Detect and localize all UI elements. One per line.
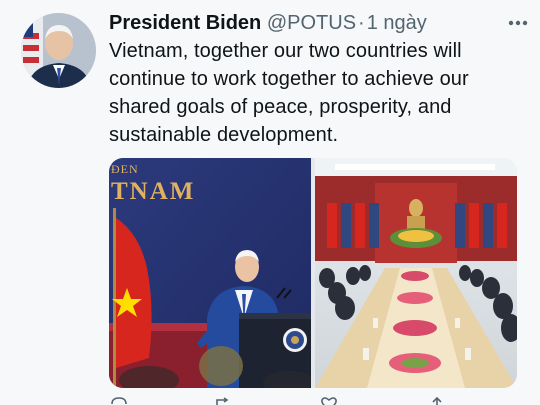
backdrop-text-large: TNAM <box>111 178 196 205</box>
like-icon <box>321 397 337 405</box>
retweet-button[interactable] <box>214 396 234 405</box>
like-button[interactable] <box>319 396 339 405</box>
retweet-icon <box>216 397 229 405</box>
timestamp[interactable]: 1 ngày <box>367 12 427 34</box>
tweet-text: Vietnam, together our two countries will… <box>109 40 469 146</box>
reply-icon <box>111 397 127 405</box>
media-grid: ĐEN TNAM <box>109 158 517 388</box>
photo-biden-podium[interactable]: ĐEN TNAM <box>109 158 311 388</box>
author-name[interactable]: President Biden <box>109 12 261 34</box>
more-options-icon <box>508 20 528 26</box>
share-button[interactable] <box>427 396 447 405</box>
avatar-image <box>21 13 96 88</box>
photo-bilateral-meeting[interactable] <box>315 158 517 388</box>
reply-button[interactable] <box>109 396 129 405</box>
tweet-header: President Biden @POTUS · 1 ngày <box>109 10 530 36</box>
share-icon <box>432 396 442 405</box>
more-options-button[interactable] <box>506 13 530 33</box>
tweet-actions <box>109 396 529 405</box>
avatar[interactable] <box>21 13 96 88</box>
meeting-photo <box>315 158 517 388</box>
backdrop-text-small: ĐEN <box>111 162 139 176</box>
separator-dot: · <box>358 12 365 34</box>
author-handle[interactable]: @POTUS <box>267 12 356 34</box>
tweet-card[interactable]: President Biden @POTUS · 1 ngày Vietnam, t… <box>0 0 540 405</box>
